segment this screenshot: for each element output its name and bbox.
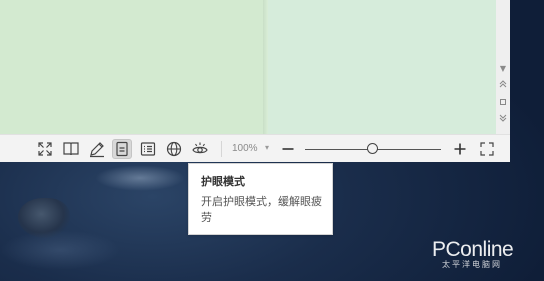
watermark-logo: PConline 太平洋电脑网 — [432, 238, 514, 270]
zoom-out-icon[interactable] — [278, 139, 298, 159]
bottom-toolbar: 100% ▾ — [0, 134, 510, 162]
reader-window: ▼ 100% ▾ — [0, 0, 510, 162]
zoom-value[interactable]: 100% — [232, 143, 258, 154]
eye-care-icon[interactable] — [190, 139, 210, 159]
scrollbar[interactable]: ▼ — [496, 0, 510, 134]
list-icon[interactable] — [138, 139, 158, 159]
fit-page-icon[interactable] — [477, 139, 497, 159]
background-foam — [95, 165, 185, 191]
zoom-in-icon[interactable] — [450, 139, 470, 159]
scroll-page-icon[interactable] — [496, 97, 510, 109]
book-icon[interactable] — [61, 139, 81, 159]
eye-care-tooltip: 护眼模式 开启护眼模式，缓解眼疲劳 — [188, 163, 333, 235]
watermark-sub: 太平洋电脑网 — [442, 260, 502, 269]
document-icon[interactable] — [112, 139, 132, 159]
pen-icon[interactable] — [87, 139, 107, 159]
zoom-slider-thumb[interactable] — [367, 143, 378, 154]
chevron-down-icon[interactable]: ▾ — [265, 143, 269, 152]
background-foam — [0, 230, 120, 270]
fullscreen-icon[interactable] — [35, 139, 55, 159]
scroll-to-bottom-icon[interactable] — [496, 113, 510, 125]
tooltip-body: 开启护眼模式，缓解眼疲劳 — [201, 195, 322, 224]
globe-icon[interactable] — [164, 139, 184, 159]
tooltip-title: 护眼模式 — [201, 175, 245, 188]
page-right[interactable] — [268, 0, 496, 134]
page-left[interactable] — [0, 0, 263, 134]
scroll-down-icon[interactable]: ▼ — [496, 63, 510, 75]
toolbar-divider — [221, 141, 222, 157]
scroll-to-top-icon[interactable] — [496, 79, 510, 91]
